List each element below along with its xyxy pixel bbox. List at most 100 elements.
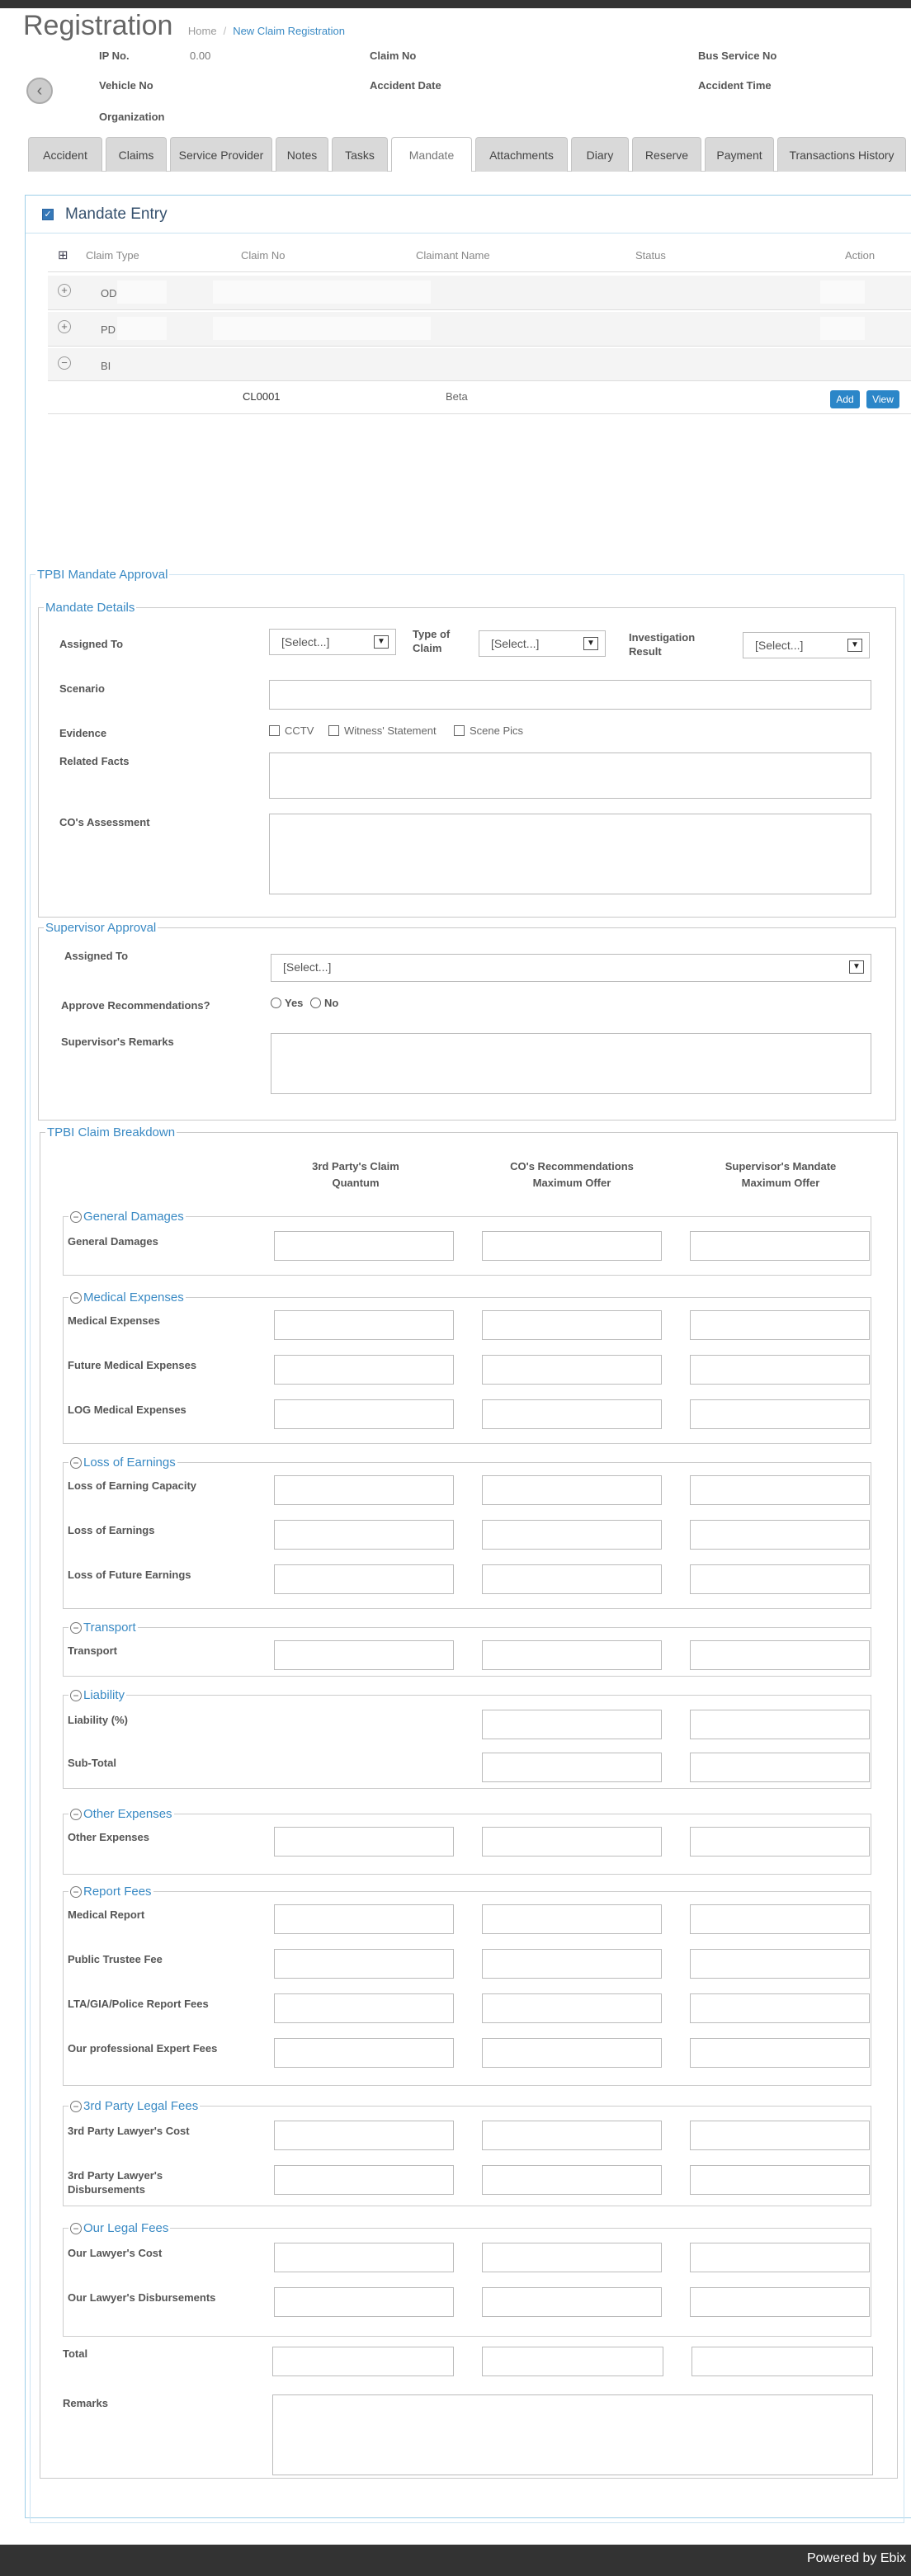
claim-quantum-input[interactable] xyxy=(274,1904,454,1934)
expand-row-icon[interactable]: + xyxy=(58,320,71,333)
tab-attachments[interactable]: Attachments xyxy=(475,137,568,172)
collapse-icon[interactable]: − xyxy=(70,1690,82,1701)
expand-all-icon[interactable]: ⊞ xyxy=(58,248,68,262)
supervisor-mandate-input[interactable] xyxy=(690,1949,870,1979)
supervisor-mandate-input[interactable] xyxy=(690,2038,870,2068)
claim-quantum-input[interactable] xyxy=(274,1310,454,1340)
total-co-recommendation-input[interactable] xyxy=(482,2347,663,2376)
co-recommendation-input[interactable] xyxy=(482,1753,662,1782)
co-recommendation-input[interactable] xyxy=(482,1640,662,1670)
collapse-icon[interactable]: − xyxy=(70,1292,82,1304)
remarks-textarea[interactable] xyxy=(272,2394,873,2475)
tab-reserve[interactable]: Reserve xyxy=(632,137,701,172)
claim-quantum-input[interactable] xyxy=(274,1993,454,2023)
back-button[interactable]: ‹ xyxy=(26,78,53,104)
co-recommendation-input[interactable] xyxy=(482,2165,662,2195)
scenario-input[interactable] xyxy=(269,680,871,710)
claim-quantum-input[interactable] xyxy=(274,1564,454,1594)
group-legend[interactable]: − Report Fees xyxy=(68,1885,153,1899)
supervisor-mandate-input[interactable] xyxy=(690,1827,870,1857)
scene-pics-checkbox[interactable]: Scene Pics xyxy=(454,724,523,737)
co-recommendation-input[interactable] xyxy=(482,1949,662,1979)
collapse-icon[interactable]: − xyxy=(70,2101,82,2112)
supervisor-mandate-input[interactable] xyxy=(690,1904,870,1934)
group-legend[interactable]: − General Damages xyxy=(68,1210,186,1224)
co-recommendation-input[interactable] xyxy=(482,1710,662,1739)
assigned-to-select[interactable]: [Select...] ▼ xyxy=(269,629,396,655)
co-recommendation-input[interactable] xyxy=(482,1231,662,1261)
tab-accident[interactable]: Accident xyxy=(28,137,102,172)
co-recommendation-input[interactable] xyxy=(482,2038,662,2068)
cctv-checkbox[interactable]: CCTV xyxy=(269,724,314,737)
supervisor-assigned-to-select[interactable]: [Select...] ▼ xyxy=(271,954,871,982)
collapse-icon[interactable]: − xyxy=(70,1622,82,1634)
view-button[interactable]: View xyxy=(866,390,899,408)
breadcrumb-current[interactable]: New Claim Registration xyxy=(233,25,345,37)
supervisor-mandate-input[interactable] xyxy=(690,1475,870,1505)
total-claim-quantum-input[interactable] xyxy=(272,2347,454,2376)
co-recommendation-input[interactable] xyxy=(482,1993,662,2023)
co-recommendation-input[interactable] xyxy=(482,1827,662,1857)
co-assessment-textarea[interactable] xyxy=(269,814,871,894)
approve-no-radio[interactable]: No xyxy=(310,997,338,1009)
group-legend[interactable]: − Other Expenses xyxy=(68,1807,174,1821)
collapse-icon[interactable]: − xyxy=(70,1886,82,1898)
claim-quantum-input[interactable] xyxy=(274,2165,454,2195)
related-facts-textarea[interactable] xyxy=(269,753,871,799)
group-legend[interactable]: − Our Legal Fees xyxy=(68,2221,170,2235)
supervisor-mandate-input[interactable] xyxy=(690,1640,870,1670)
claim-quantum-input[interactable] xyxy=(274,1640,454,1670)
tab-service-provider[interactable]: Service Provider xyxy=(170,137,272,172)
tab-notes[interactable]: Notes xyxy=(276,137,328,172)
claim-quantum-input[interactable] xyxy=(274,1520,454,1550)
supervisor-mandate-input[interactable] xyxy=(690,1231,870,1261)
group-legend[interactable]: − Liability xyxy=(68,1688,126,1702)
claim-quantum-input[interactable] xyxy=(274,2121,454,2150)
co-recommendation-input[interactable] xyxy=(482,1310,662,1340)
expand-row-icon[interactable]: + xyxy=(58,284,71,297)
supervisor-mandate-input[interactable] xyxy=(690,2287,870,2317)
claim-quantum-input[interactable] xyxy=(274,1355,454,1385)
claim-quantum-input[interactable] xyxy=(274,1827,454,1857)
group-legend[interactable]: − Medical Expenses xyxy=(68,1290,186,1305)
supervisor-remarks-textarea[interactable] xyxy=(271,1033,871,1094)
claim-quantum-input[interactable] xyxy=(274,1231,454,1261)
tab-diary[interactable]: Diary xyxy=(571,137,629,172)
tab-payment[interactable]: Payment xyxy=(705,137,774,172)
claim-quantum-input[interactable] xyxy=(274,1475,454,1505)
collapse-icon[interactable]: − xyxy=(70,1457,82,1469)
tab-mandate[interactable]: Mandate xyxy=(391,137,472,172)
co-recommendation-input[interactable] xyxy=(482,1355,662,1385)
co-recommendation-input[interactable] xyxy=(482,2243,662,2272)
supervisor-mandate-input[interactable] xyxy=(690,2121,870,2150)
table-row[interactable]: + OD xyxy=(48,276,911,310)
group-legend[interactable]: −3rd Party Legal Fees xyxy=(68,2099,200,2113)
supervisor-mandate-input[interactable] xyxy=(690,1310,870,1340)
supervisor-mandate-input[interactable] xyxy=(690,2165,870,2195)
co-recommendation-input[interactable] xyxy=(482,1904,662,1934)
supervisor-mandate-input[interactable] xyxy=(690,1710,870,1739)
group-legend[interactable]: − Loss of Earnings xyxy=(68,1455,177,1470)
total-supervisor-mandate-input[interactable] xyxy=(692,2347,873,2376)
co-recommendation-input[interactable] xyxy=(482,1475,662,1505)
collapse-icon[interactable]: − xyxy=(70,2223,82,2234)
table-row[interactable]: + PD xyxy=(48,312,911,347)
claim-quantum-input[interactable] xyxy=(274,2287,454,2317)
investigation-result-select[interactable]: [Select...] ▼ xyxy=(743,632,870,658)
claim-quantum-input[interactable] xyxy=(274,2038,454,2068)
claim-quantum-input[interactable] xyxy=(274,1399,454,1429)
supervisor-mandate-input[interactable] xyxy=(690,1520,870,1550)
tab-claims[interactable]: Claims xyxy=(106,137,167,172)
add-button[interactable]: Add xyxy=(830,390,860,408)
claim-quantum-input[interactable] xyxy=(274,2243,454,2272)
co-recommendation-input[interactable] xyxy=(482,1564,662,1594)
collapse-row-icon[interactable]: − xyxy=(58,356,71,370)
breadcrumb-home[interactable]: Home xyxy=(188,25,217,37)
supervisor-mandate-input[interactable] xyxy=(690,1564,870,1594)
collapse-icon[interactable]: − xyxy=(70,1809,82,1820)
supervisor-mandate-input[interactable] xyxy=(690,1993,870,2023)
type-of-claim-select[interactable]: [Select...] ▼ xyxy=(479,630,606,657)
co-recommendation-input[interactable] xyxy=(482,2121,662,2150)
supervisor-mandate-input[interactable] xyxy=(690,1399,870,1429)
tab-tasks[interactable]: Tasks xyxy=(332,137,388,172)
